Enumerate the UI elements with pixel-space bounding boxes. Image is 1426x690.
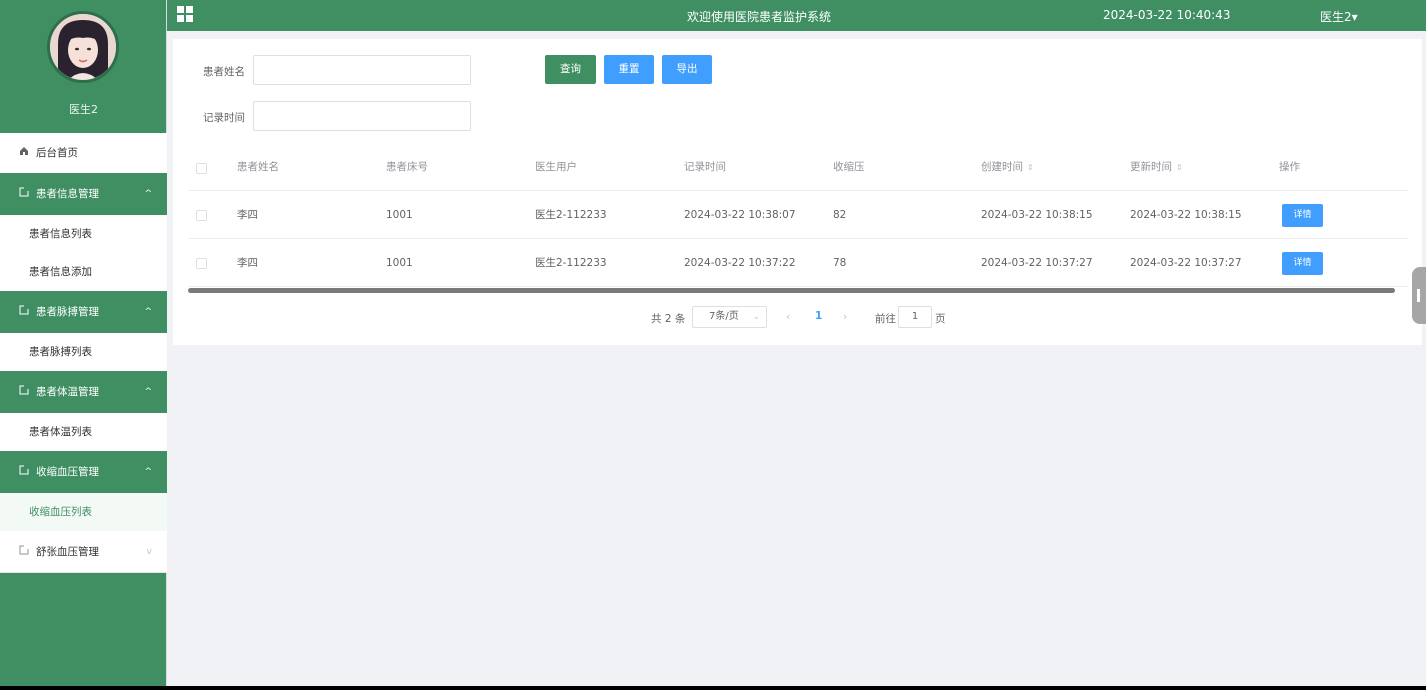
document-icon	[18, 372, 30, 414]
document-icon	[18, 292, 30, 334]
menu-item-home-label: 后台首页	[36, 147, 78, 159]
chevron-up-icon: ^	[144, 387, 152, 397]
pagination-total: 共 2 条	[651, 313, 686, 325]
column-header-label: 创建时间	[981, 161, 1023, 173]
detail-button[interactable]: 详情	[1282, 204, 1323, 227]
page-size-select[interactable]: 7条/页 ⌄	[692, 306, 767, 328]
chevron-up-icon: ^	[144, 467, 152, 477]
row-checkbox[interactable]	[196, 210, 207, 221]
system-title: 欢迎使用医院患者监护系统	[687, 10, 832, 24]
document-icon	[18, 452, 30, 494]
profile-name: 医生2	[69, 103, 98, 116]
goto-label: 前往	[875, 313, 896, 325]
cell-created: 2024-03-22 10:38:15	[981, 209, 1093, 221]
column-header: 记录时间	[684, 161, 726, 173]
menu-group-label: 舒张血压管理	[36, 546, 99, 558]
menu-item-home[interactable]: 后台首页	[0, 133, 167, 173]
query-button[interactable]: 查询	[545, 55, 596, 84]
menu-sub-systolic-list[interactable]: 收缩血压列表	[0, 493, 167, 531]
export-button[interactable]: 导出	[662, 55, 712, 84]
menu-sub-temperature-list[interactable]: 患者体温列表	[0, 413, 167, 451]
next-page-button[interactable]: ›	[843, 310, 847, 323]
cell-updated: 2024-03-22 10:38:15	[1130, 209, 1242, 221]
page-suffix: 页	[935, 313, 946, 325]
record-time-input[interactable]	[253, 101, 471, 131]
document-icon	[18, 174, 30, 216]
cell-patient-name: 李四	[237, 209, 258, 221]
detail-button[interactable]: 详情	[1282, 252, 1323, 275]
column-header-sortable[interactable]: 更新时间 ⇕	[1130, 144, 1183, 191]
menu-group-diastolic[interactable]: 舒张血压管理 v	[0, 531, 167, 573]
current-datetime: 2024-03-22 10:40:43	[1103, 8, 1231, 22]
page-size-value: 7条/页	[709, 311, 739, 322]
cell-created: 2024-03-22 10:37:27	[981, 257, 1093, 269]
grid-icon[interactable]	[177, 6, 193, 22]
sort-icon[interactable]: ⇕	[1176, 163, 1183, 172]
cell-systolic: 82	[833, 209, 847, 221]
cell-doctor: 医生2-112233	[535, 209, 607, 221]
main-content: 患者姓名 记录时间 查询 重置 导出 患者姓名 患者床号 医生用户 记录时间 收…	[173, 39, 1422, 345]
cell-record-time: 2024-03-22 10:38:07	[684, 209, 796, 221]
menu-sub-pulse-list[interactable]: 患者脉搏列表	[0, 333, 167, 371]
prev-page-button[interactable]: ‹	[786, 310, 790, 323]
cell-doctor: 医生2-112233	[535, 257, 607, 269]
chevron-up-icon: ^	[144, 189, 152, 199]
goto-page-input[interactable]: 1	[898, 306, 932, 328]
menu-group-label: 患者体温管理	[36, 386, 99, 398]
column-header: 患者床号	[386, 161, 428, 173]
column-header-label: 更新时间	[1130, 161, 1172, 173]
chevron-down-icon: v	[146, 547, 152, 557]
column-header: 收缩压	[833, 161, 865, 173]
sidebar-menu: 后台首页 患者信息管理 ^ 患者信息列表 患者信息添加 患者脉搏管理 ^ 患者脉…	[0, 133, 167, 573]
avatar[interactable]	[47, 11, 119, 83]
profile: 医生2	[0, 0, 166, 133]
cell-systolic: 78	[833, 257, 847, 269]
user-dropdown[interactable]: 医生2▾	[1320, 8, 1358, 25]
avatar-image	[50, 14, 116, 80]
menu-group-label: 收缩血压管理	[36, 466, 99, 478]
menu-sub-patient-add[interactable]: 患者信息添加	[0, 253, 167, 291]
document-icon	[18, 532, 30, 574]
column-header: 医生用户	[535, 161, 577, 173]
cell-updated: 2024-03-22 10:37:27	[1130, 257, 1242, 269]
menu-group-systolic[interactable]: 收缩血压管理 ^	[0, 451, 167, 493]
reset-button[interactable]: 重置	[604, 55, 654, 84]
table-header-row: 患者姓名 患者床号 医生用户 记录时间 收缩压 创建时间 ⇕ 更新时间 ⇕ 操作	[188, 144, 1408, 191]
row-checkbox[interactable]	[196, 258, 207, 269]
menu-group-temperature[interactable]: 患者体温管理 ^	[0, 371, 167, 413]
cell-bed-number: 1001	[386, 257, 413, 269]
menu-group-patient-info[interactable]: 患者信息管理 ^	[0, 173, 167, 215]
menu-group-label: 患者脉搏管理	[36, 306, 99, 318]
horizontal-scrollbar[interactable]	[188, 288, 1395, 293]
top-header: 欢迎使用医院患者监护系统 2024-03-22 10:40:43 医生2▾	[167, 0, 1426, 31]
menu-group-label: 患者信息管理	[36, 188, 99, 200]
record-time-label: 记录时间	[203, 112, 245, 124]
chevron-up-icon: ^	[144, 307, 152, 317]
cell-record-time: 2024-03-22 10:37:22	[684, 257, 796, 269]
menu-group-pulse[interactable]: 患者脉搏管理 ^	[0, 291, 167, 333]
data-table: 患者姓名 患者床号 医生用户 记录时间 收缩压 创建时间 ⇕ 更新时间 ⇕ 操作 李…	[188, 144, 1408, 287]
page-number[interactable]: 1	[815, 310, 822, 322]
patient-name-input[interactable]	[253, 55, 471, 85]
column-header: 患者姓名	[237, 161, 279, 173]
select-all-checkbox[interactable]	[196, 163, 207, 174]
table-row: 李四 1001 医生2-112233 2024-03-22 10:38:07 8…	[188, 191, 1408, 239]
chevron-down-icon: ⌄	[752, 312, 760, 322]
cell-bed-number: 1001	[386, 209, 413, 221]
side-panel-handle[interactable]	[1412, 267, 1426, 324]
column-header: 操作	[1279, 161, 1300, 173]
home-icon	[18, 134, 30, 174]
column-header-sortable[interactable]: 创建时间 ⇕	[981, 144, 1034, 191]
table-row: 李四 1001 医生2-112233 2024-03-22 10:37:22 7…	[188, 239, 1408, 287]
sort-icon[interactable]: ⇕	[1027, 163, 1034, 172]
sidebar: 医生2 后台首页 患者信息管理 ^ 患者信息列表 患者信息添加 患者脉搏管理 ^	[0, 0, 167, 686]
menu-sub-patient-list[interactable]: 患者信息列表	[0, 215, 167, 253]
cell-patient-name: 李四	[237, 257, 258, 269]
patient-name-label: 患者姓名	[203, 66, 245, 78]
app: 医生2 后台首页 患者信息管理 ^ 患者信息列表 患者信息添加 患者脉搏管理 ^	[0, 0, 1426, 686]
pagination: 共 2 条 7条/页 ⌄ ‹ 1 › 前往 1 页	[173, 306, 1422, 330]
